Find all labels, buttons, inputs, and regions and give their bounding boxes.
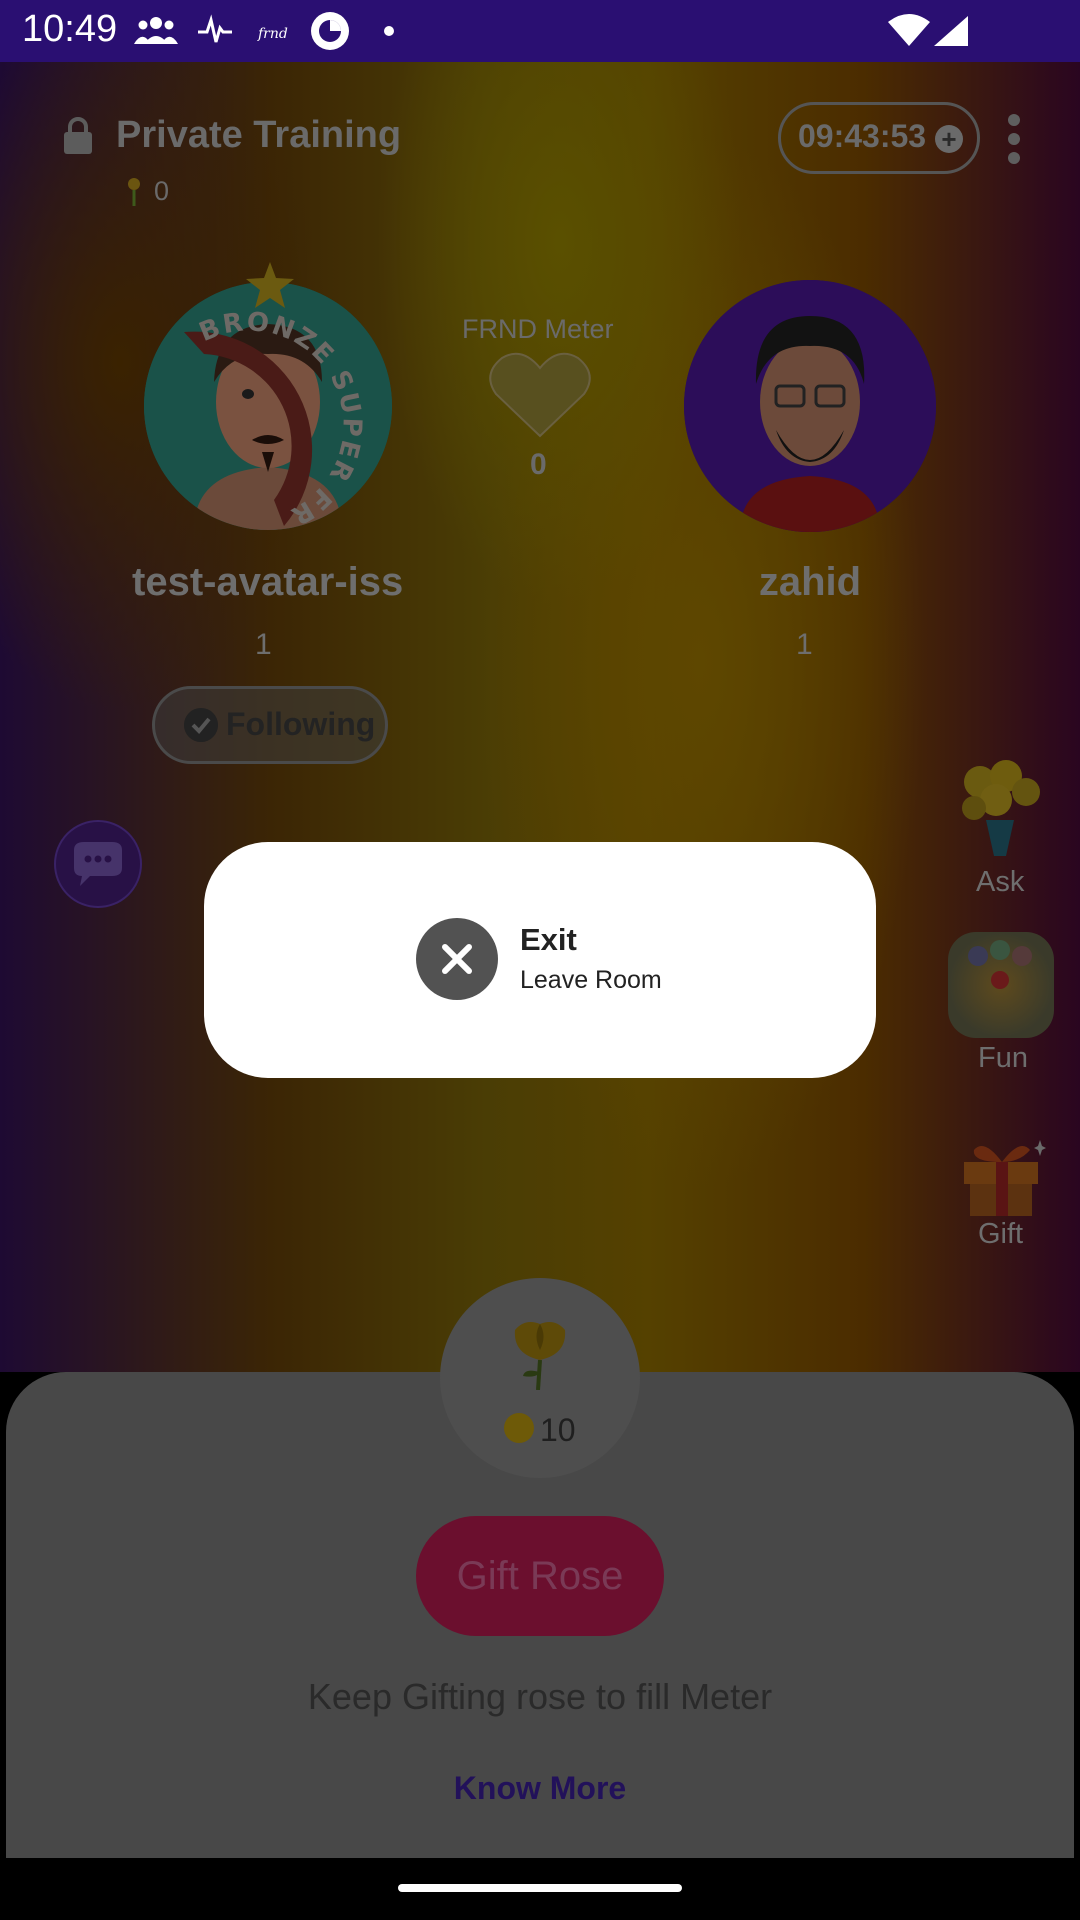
close-icon [442,944,472,974]
chat-button[interactable] [54,820,142,908]
group-icon [134,17,178,44]
bronze-badge-ring: BRONZE SUPER FRND [144,282,367,530]
rose-price: 10 [540,1412,576,1448]
gift-icon[interactable] [960,1132,1046,1218]
right-user-name: zahid [758,560,862,604]
rose-count: 0 [154,176,170,206]
left-user-level: 1 [255,628,272,661]
timer-text: 09:43:53 [798,118,927,154]
pulse-icon [198,14,232,43]
heart-icon [489,352,591,438]
rose-icon [128,178,140,206]
status-bar: 10:49 frnd [0,0,1080,62]
lock-icon [64,117,92,154]
right-user-avatar[interactable] [684,280,936,532]
coin-icon [504,1413,534,1443]
room-title: Private Training [116,114,402,156]
chat-icon [74,842,122,886]
exit-subtitle[interactable]: Leave Room [520,966,662,995]
exit-dialog [204,842,876,1078]
rose-icon [514,1322,566,1390]
right-avatar-face [684,280,936,532]
frnd-meter-label: FRND Meter [462,314,614,344]
add-time-icon[interactable]: + [935,125,963,153]
gift-label[interactable]: Gift [978,1218,1023,1251]
gift-rose-label[interactable]: Gift Rose [416,1554,664,1599]
signal-icon [934,16,968,46]
star-icon [246,262,294,308]
right-user-level: 1 [796,628,813,661]
svg-text:frnd: frnd [257,26,288,42]
exit-button[interactable] [416,918,498,1000]
game-icon[interactable] [948,932,1054,1038]
bouquet-icon[interactable] [956,760,1044,856]
bubble-game-icon [968,940,1032,989]
frnd-app-icon: frnd [257,26,288,42]
ask-label[interactable]: Ask [976,866,1024,899]
dot-icon [384,26,394,36]
check-icon [184,708,218,742]
gift-hint-text: Keep Gifting rose to fill Meter [307,1676,773,1717]
svg-text:BRONZE SUPER FRND: BRONZE SUPER FRND [144,282,367,530]
more-options-icon[interactable] [1000,114,1028,164]
following-label: Following [226,706,376,742]
status-time: 10:49 [22,8,118,50]
know-more-link[interactable]: Know More [0,1770,1080,1807]
exit-title[interactable]: Exit [520,922,577,958]
frnd-meter-value: 0 [530,448,547,481]
fun-label[interactable]: Fun [978,1042,1028,1075]
badge-text: BRONZE SUPER FRND [144,282,365,530]
camera-app-icon [311,12,349,50]
wifi-icon [888,14,930,46]
left-user-name: test-avatar-iss [132,560,404,604]
home-handle[interactable] [398,1884,682,1892]
